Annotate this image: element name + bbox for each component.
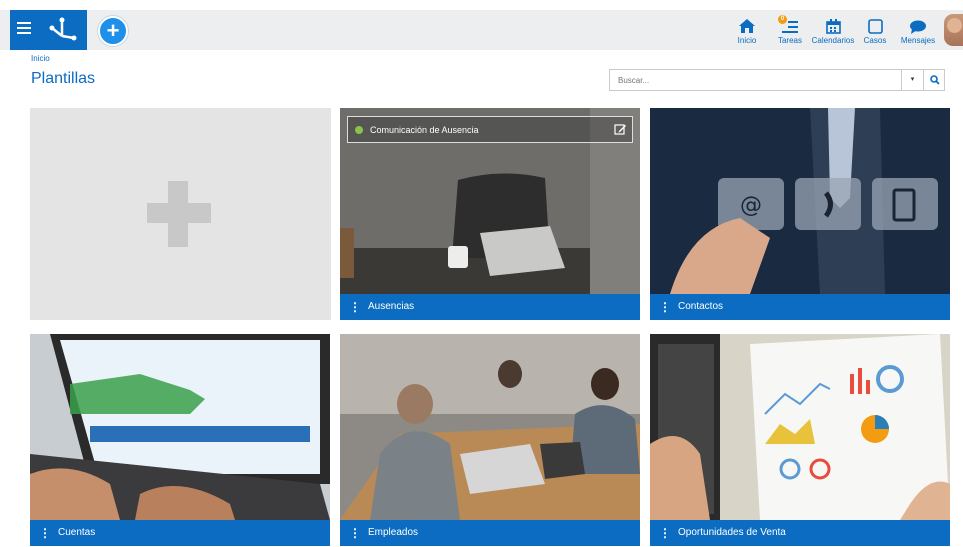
status-dot [355, 126, 363, 134]
card-footer: ⋮ Oportunidades de Venta [650, 520, 950, 546]
template-card-ausencias[interactable]: Comunicación de Ausencia ⋮ Ausencias [340, 108, 640, 320]
add-button[interactable]: + [98, 16, 128, 46]
new-template-card[interactable] [30, 108, 331, 320]
top-bar: + Inicio 0 Tareas Calendarios Casos Mens… [0, 10, 963, 50]
card-title: Ausencias [368, 301, 415, 312]
card-footer: ⋮ Empleados [340, 520, 640, 546]
search-box: ▾ [609, 69, 945, 91]
template-overlay: Comunicación de Ausencia [347, 116, 633, 143]
business-contact-image: @ [650, 108, 950, 294]
card-menu-icon[interactable]: ⋮ [659, 300, 671, 314]
laptop-accounts-image [30, 334, 330, 520]
card-footer: ⋮ Contactos [650, 294, 950, 320]
home-icon [739, 19, 755, 33]
search-icon [929, 75, 940, 85]
card-footer: ⋮ Ausencias [340, 294, 640, 320]
edit-icon[interactable] [614, 123, 626, 135]
card-footer: ⋮ Cuentas [30, 520, 330, 546]
card-title: Empleados [368, 527, 419, 538]
page-title: Plantillas [31, 70, 96, 87]
brand-block [10, 10, 87, 50]
breadcrumb[interactable]: Inicio [31, 54, 50, 63]
card-title: Contactos [678, 301, 724, 312]
template-card-cuentas[interactable]: ⋮ Cuentas [30, 334, 330, 546]
app-logo-icon[interactable] [47, 16, 77, 44]
chat-icon [910, 20, 926, 34]
nav-mensajes[interactable]: Mensajes [899, 14, 937, 48]
template-card-oportunidades[interactable]: ⋮ Oportunidades de Venta [650, 334, 950, 546]
tasks-badge: 0 [778, 15, 787, 24]
team-meeting-image [340, 334, 640, 520]
hamburger-menu-icon[interactable] [17, 22, 31, 38]
cases-icon [867, 19, 883, 34]
nav-calendarios[interactable]: Calendarios [810, 14, 856, 48]
template-card-contactos[interactable]: @ ⋮ Contactos [650, 108, 950, 320]
template-card-empleados[interactable]: ⋮ Empleados [340, 334, 640, 546]
overlay-title: Comunicación de Ausencia [370, 125, 479, 135]
svg-text:@: @ [740, 193, 762, 218]
nav-tareas[interactable]: 0 Tareas [775, 14, 805, 48]
search-dropdown-button[interactable]: ▾ [901, 70, 923, 90]
nav-inicio[interactable]: Inicio [734, 14, 760, 48]
card-title: Cuentas [58, 527, 96, 538]
calendar-icon [825, 19, 841, 34]
search-input[interactable] [610, 70, 900, 90]
card-menu-icon[interactable]: ⋮ [659, 526, 671, 540]
card-menu-icon[interactable]: ⋮ [39, 526, 51, 540]
nav-casos[interactable]: Casos [862, 14, 888, 48]
card-menu-icon[interactable]: ⋮ [349, 300, 361, 314]
sales-charts-image [650, 334, 950, 520]
card-title: Oportunidades de Venta [678, 527, 786, 538]
user-avatar[interactable] [944, 14, 963, 46]
search-button[interactable] [923, 70, 945, 90]
card-menu-icon[interactable]: ⋮ [349, 526, 361, 540]
